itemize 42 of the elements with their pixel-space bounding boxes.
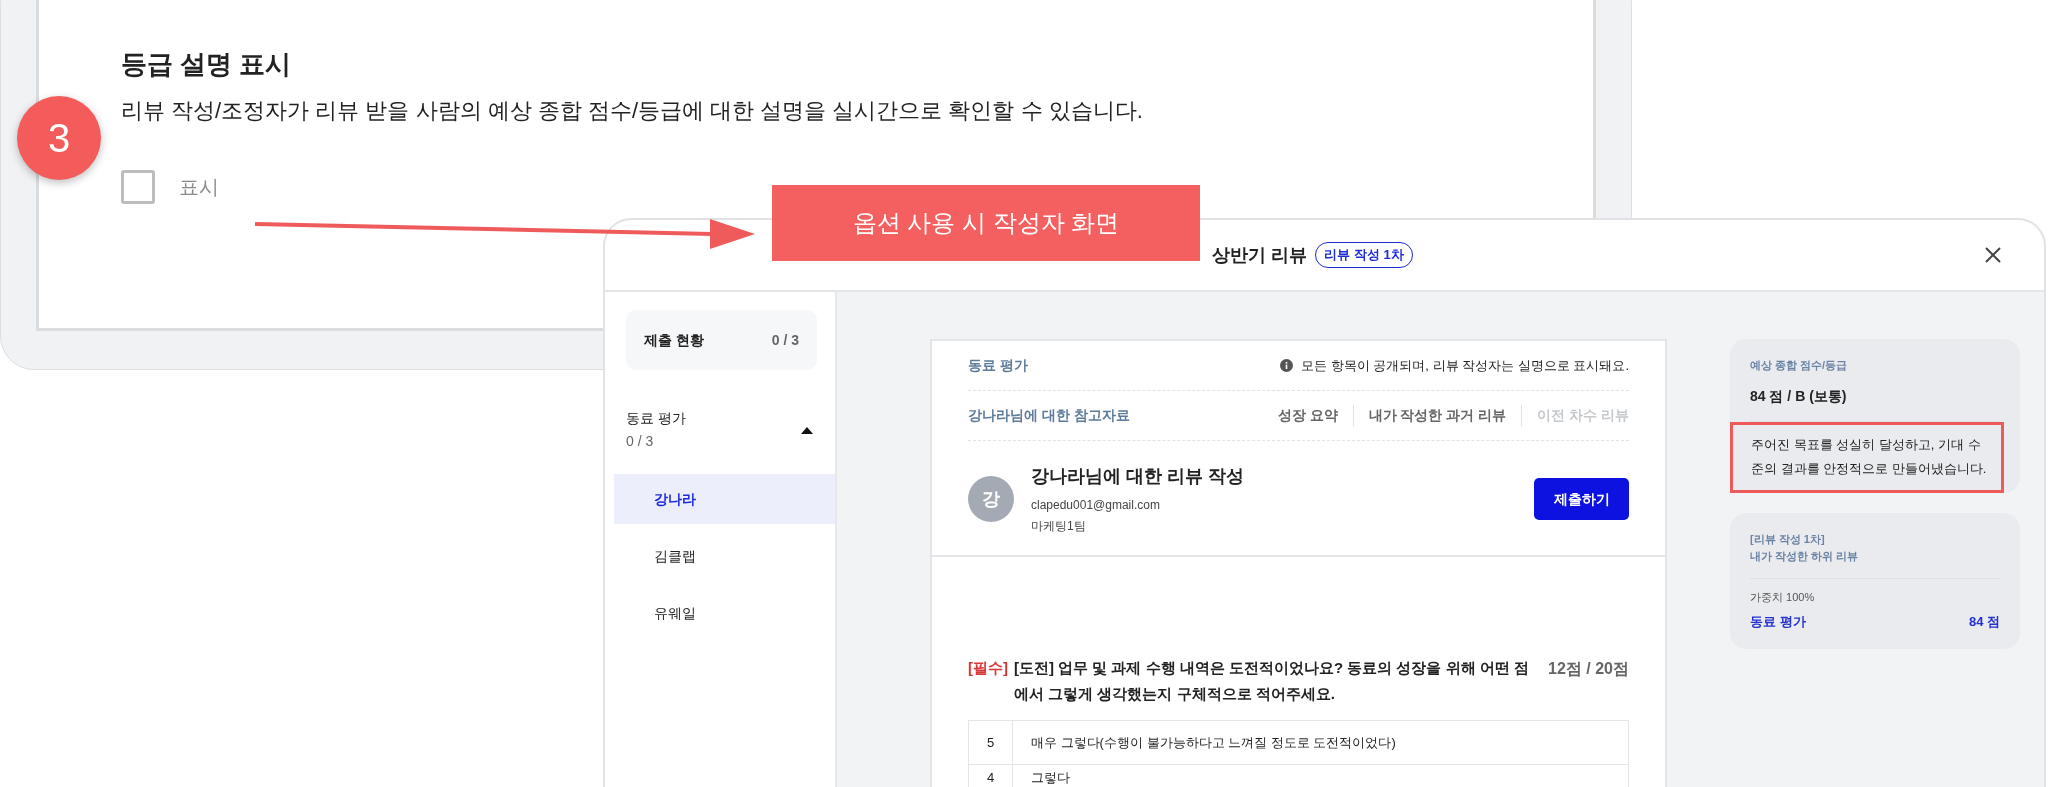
avatar: 강 <box>968 476 1014 522</box>
reviewee-email: clapedu001@gmail.com <box>1031 497 1161 514</box>
question-text: [도전] 업무 및 과제 수행 내역은 도전적이었나요? 동료의 성장을 위해 어떤 점에서 그렇게 생각했는지 구체적으로 적어주세요. <box>1014 658 1530 704</box>
option-label[interactable]: 그렇다 <box>1013 765 1070 787</box>
grade-label: 예상 종합 점수/등급 <box>1750 358 1849 373</box>
notice-text: 모든 항목이 공개되며, 리뷰 작성자는 실명으로 표시돼요. <box>1301 356 1629 375</box>
review-round: [리뷰 작성 1차] <box>1750 531 1826 547</box>
section-title: 등급 설명 표시 <box>121 49 293 81</box>
section-name: 동료 평가 <box>968 356 1028 375</box>
option-label[interactable]: 매우 그렇다(수행이 불가능하다고 느껴질 정도로 도전적이었다) <box>1013 721 1396 764</box>
option-number: 4 <box>986 768 995 787</box>
question-score: 12점 / 20점 <box>1548 659 1629 679</box>
callout-label: 옵션 사용 시 작성자 화면 <box>772 185 1200 261</box>
reviewee-team: 마케팅1팀 <box>1031 518 1087 535</box>
group-count: 0 / 3 <box>626 432 655 451</box>
reviewee-title: 강나라님에 대한 리뷰 작성 <box>1031 465 1244 488</box>
checkbox-label: 표시 <box>179 175 219 201</box>
grade-score: 84 점 / B (보통) <box>1750 385 2000 422</box>
summary-count: 0 / 3 <box>771 330 799 350</box>
references-title: 강나라님에 대한 참고자료 <box>968 406 1130 425</box>
modal-title: 상반기 리뷰 <box>1212 243 1308 267</box>
reference-link[interactable]: 성장 요약 <box>1262 405 1353 426</box>
section-description: 리뷰 작성/조정자가 리뷰 받을 사람의 예상 종합 점수/등급에 대한 설명을 실시간으로 확인할 수 있습니다. <box>121 97 1144 126</box>
required-tag: [필수] <box>968 655 1008 681</box>
sidebar-item[interactable]: 강나라 <box>614 474 835 524</box>
category-score: 84 점 <box>1968 612 2000 631</box>
grade-description: 주어진 목표를 성실히 달성하고, 기대 수준의 결과를 안정적으로 만들어냈습니다. <box>1730 421 2004 493</box>
sidebar-item[interactable]: 유웨일 <box>614 588 835 638</box>
option-number: 5 <box>986 733 995 752</box>
summary-label: 제출 현황 <box>644 330 704 350</box>
sidebar-item[interactable]: 김클랩 <box>614 531 835 581</box>
checkbox[interactable] <box>121 170 155 205</box>
reference-link[interactable]: 내가 작성한 과거 리뷰 <box>1352 405 1522 426</box>
group-label: 동료 평가 <box>626 409 686 428</box>
submit-button[interactable]: 제출하기 <box>1534 478 1629 520</box>
info-icon <box>1280 359 1294 372</box>
category-label: 동료 평가 <box>1750 612 1806 631</box>
close-icon[interactable] <box>1984 246 2002 264</box>
group-header[interactable]: 동료 평가 0 / 3 <box>605 408 835 452</box>
step-number: 3 <box>17 96 101 180</box>
review-title: 내가 작성한 하위 리뷰 <box>1750 549 1860 565</box>
weight-text: 가중치 100% <box>1750 578 2000 606</box>
